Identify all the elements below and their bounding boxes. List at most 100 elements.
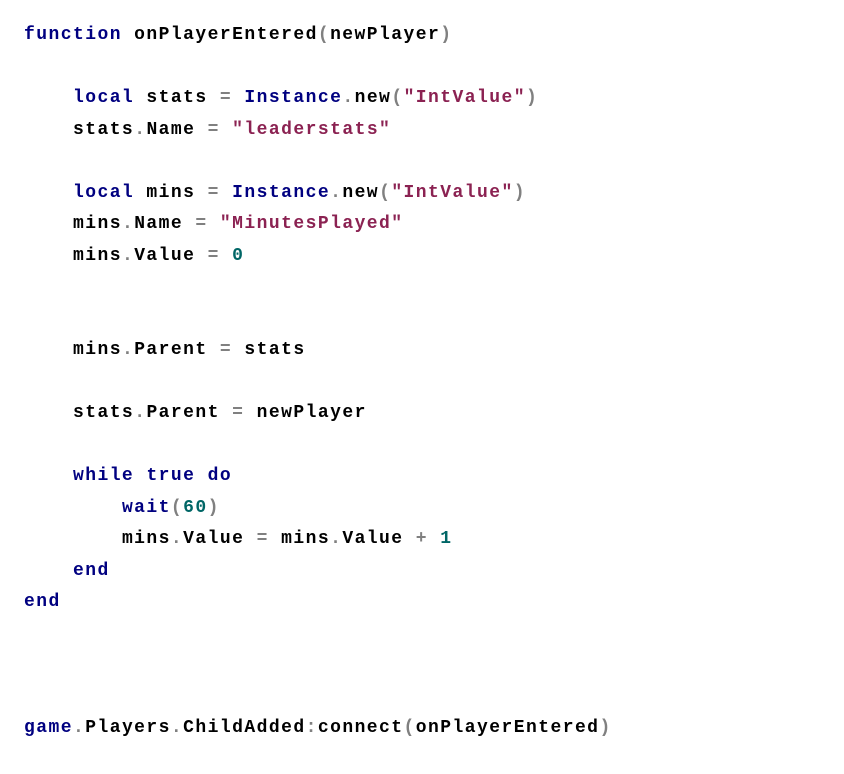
property: Parent bbox=[134, 340, 220, 360]
indent bbox=[24, 246, 73, 266]
paren-close: ) bbox=[526, 88, 538, 108]
code-line: local stats = Instance.new("IntValue") bbox=[24, 83, 820, 115]
property: Name bbox=[146, 120, 207, 140]
global-game: game bbox=[24, 718, 73, 738]
class-instance: Instance bbox=[244, 88, 342, 108]
dot: . bbox=[171, 718, 183, 738]
object: stats bbox=[73, 403, 134, 423]
number-literal: 60 bbox=[183, 498, 207, 518]
property: Value bbox=[342, 529, 415, 549]
object: mins bbox=[73, 214, 122, 234]
code-line: end bbox=[24, 556, 820, 588]
method-new: new bbox=[342, 183, 379, 203]
indent bbox=[24, 498, 122, 518]
code-line-empty bbox=[24, 272, 820, 304]
operator-equals: = bbox=[208, 246, 220, 266]
indent bbox=[24, 120, 73, 140]
indent bbox=[24, 561, 73, 581]
property-players: Players bbox=[85, 718, 171, 738]
string-literal: "leaderstats" bbox=[232, 120, 391, 140]
operator-equals: = bbox=[208, 120, 220, 140]
space bbox=[232, 340, 244, 360]
string-literal: "IntValue" bbox=[391, 183, 513, 203]
space bbox=[220, 183, 232, 203]
param: newPlayer bbox=[330, 25, 440, 45]
code-line-empty bbox=[24, 650, 820, 682]
indent bbox=[24, 214, 73, 234]
space bbox=[269, 529, 281, 549]
paren-close: ) bbox=[208, 498, 220, 518]
paren-open: ( bbox=[391, 88, 403, 108]
space bbox=[244, 403, 256, 423]
class-instance: Instance bbox=[232, 183, 330, 203]
dot: . bbox=[122, 340, 134, 360]
code-line: game.Players.ChildAdded:connect(onPlayer… bbox=[24, 713, 820, 745]
operator-equals: = bbox=[195, 214, 207, 234]
operator-equals: = bbox=[220, 340, 232, 360]
paren-close: ) bbox=[440, 25, 452, 45]
indent bbox=[24, 183, 73, 203]
code-line: while true do bbox=[24, 461, 820, 493]
operator-equals: = bbox=[232, 403, 244, 423]
indent bbox=[24, 466, 73, 486]
indent bbox=[24, 340, 73, 360]
paren-close: ) bbox=[514, 183, 526, 203]
string-literal: "IntValue" bbox=[404, 88, 526, 108]
object: stats bbox=[73, 120, 134, 140]
space bbox=[428, 529, 440, 549]
object: mins bbox=[122, 529, 171, 549]
dot: . bbox=[134, 120, 146, 140]
value: stats bbox=[244, 340, 305, 360]
paren-open: ( bbox=[379, 183, 391, 203]
keyword-do: do bbox=[208, 466, 232, 486]
code-line: mins.Name = "MinutesPlayed" bbox=[24, 209, 820, 241]
keyword-local: local bbox=[73, 88, 134, 108]
space bbox=[208, 214, 220, 234]
space bbox=[134, 466, 146, 486]
operator-equals: = bbox=[257, 529, 269, 549]
function-wait: wait bbox=[122, 498, 171, 518]
argument: onPlayerEntered bbox=[416, 718, 600, 738]
colon: : bbox=[306, 718, 318, 738]
code-line-empty bbox=[24, 367, 820, 399]
keyword-function: function bbox=[24, 25, 122, 45]
code-line: local mins = Instance.new("IntValue") bbox=[24, 178, 820, 210]
space bbox=[220, 120, 232, 140]
keyword-end: end bbox=[73, 561, 110, 581]
dot: . bbox=[134, 403, 146, 423]
code-line: function onPlayerEntered(newPlayer) bbox=[24, 20, 820, 52]
variable: stats bbox=[134, 88, 220, 108]
keyword-local: local bbox=[73, 183, 134, 203]
string-literal: "MinutesPlayed" bbox=[220, 214, 404, 234]
dot: . bbox=[122, 214, 134, 234]
paren-open: ( bbox=[318, 25, 330, 45]
property-childadded: ChildAdded bbox=[183, 718, 305, 738]
space bbox=[232, 88, 244, 108]
code-line: mins.Value = mins.Value + 1 bbox=[24, 524, 820, 556]
code-line-empty bbox=[24, 52, 820, 84]
code-line: wait(60) bbox=[24, 493, 820, 525]
keyword-while: while bbox=[73, 466, 134, 486]
code-line: mins.Parent = stats bbox=[24, 335, 820, 367]
code-line: stats.Name = "leaderstats" bbox=[24, 115, 820, 147]
code-line: mins.Value = 0 bbox=[24, 241, 820, 273]
code-line-empty bbox=[24, 682, 820, 714]
method-connect: connect bbox=[318, 718, 404, 738]
operator-equals: = bbox=[208, 183, 220, 203]
value: newPlayer bbox=[257, 403, 367, 423]
number-literal: 1 bbox=[440, 529, 452, 549]
code-line-empty bbox=[24, 430, 820, 462]
object: mins bbox=[281, 529, 330, 549]
dot: . bbox=[342, 88, 354, 108]
code-block: function onPlayerEntered(newPlayer) loca… bbox=[24, 20, 820, 745]
operator-plus: + bbox=[416, 529, 428, 549]
property: Parent bbox=[146, 403, 232, 423]
dot: . bbox=[122, 246, 134, 266]
method-new: new bbox=[355, 88, 392, 108]
code-line: stats.Parent = newPlayer bbox=[24, 398, 820, 430]
dot: . bbox=[330, 183, 342, 203]
keyword-end: end bbox=[24, 592, 61, 612]
paren-open: ( bbox=[171, 498, 183, 518]
number-literal: 0 bbox=[232, 246, 244, 266]
property: Value bbox=[134, 246, 207, 266]
